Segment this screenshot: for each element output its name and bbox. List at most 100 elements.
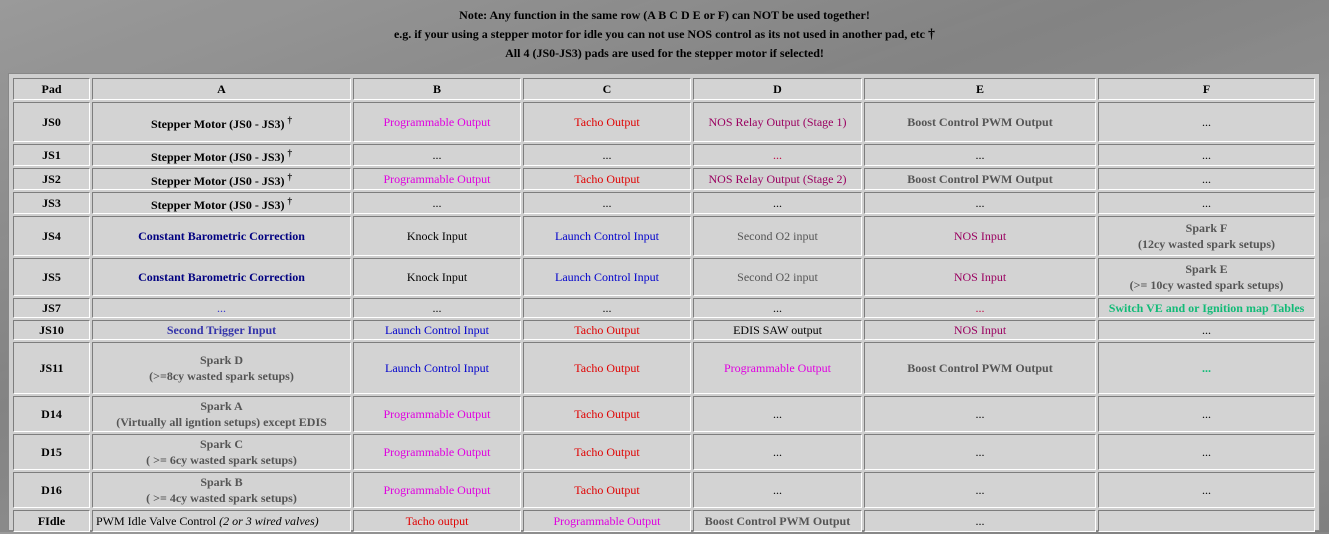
cell-f: ...	[1098, 144, 1315, 166]
cell-c: Tacho Output	[523, 342, 691, 394]
cell-a-text: PWM Idle Valve Control	[96, 514, 217, 528]
cell-d: ...	[693, 192, 862, 214]
cell-a-text: Stepper Motor (JS0 - JS3)	[150, 150, 285, 164]
cell-b: ...	[353, 144, 521, 166]
pad-cell: JS0	[13, 102, 90, 142]
dagger-mark: †	[287, 196, 293, 206]
cell-d: ...	[693, 144, 862, 166]
cell-f: ...	[1098, 434, 1315, 470]
table-row: JS3 Stepper Motor (JS0 - JS3) † ... ... …	[13, 192, 1315, 214]
cell-c: Tacho Output	[523, 472, 691, 508]
cell-b: Programmable Output	[353, 168, 521, 190]
cell-f-note: (>= 10cy wasted spark setups)	[1129, 278, 1284, 292]
pad-cell: D16	[13, 472, 90, 508]
dagger-mark: †	[287, 115, 293, 125]
cell-f	[1098, 510, 1315, 532]
pad-cell: D14	[13, 396, 90, 432]
cell-a: Second Trigger Input	[92, 320, 351, 340]
table-row: JS11 Spark D (>=8cy wasted spark setups) …	[13, 342, 1315, 394]
cell-f-title: Spark E	[1185, 262, 1228, 276]
pad-cell: JS1	[13, 144, 90, 166]
cell-a-title: Spark D	[199, 353, 243, 367]
cell-e: NOS Input	[864, 258, 1096, 296]
table-row: D16 Spark B ( >= 4cy wasted spark setups)…	[13, 472, 1315, 508]
header-f: F	[1098, 78, 1315, 100]
cell-d: ...	[693, 396, 862, 432]
header-d: D	[693, 78, 862, 100]
cell-e: ...	[864, 510, 1096, 532]
cell-a-title: Spark B	[200, 475, 243, 489]
table-row: D14 Spark A (Virtually all igntion setups…	[13, 396, 1315, 432]
cell-e: ...	[864, 192, 1096, 214]
cell-e: Boost Control PWM Output	[864, 102, 1096, 142]
pad-cell: FIdle	[13, 510, 90, 532]
cell-c: ...	[523, 144, 691, 166]
cell-c: Launch Control Input	[523, 216, 691, 256]
header-a: A	[92, 78, 351, 100]
header-b: B	[353, 78, 521, 100]
pad-cell: JS7	[13, 298, 90, 318]
cell-d: ...	[693, 434, 862, 470]
table-row: JS5 Constant Barometric Correction Knock…	[13, 258, 1315, 296]
cell-b: Launch Control Input	[353, 320, 521, 340]
cell-c: Tacho Output	[523, 168, 691, 190]
cell-a-note: ( >= 4cy wasted spark setups)	[146, 491, 297, 505]
cell-a-note: (>=8cy wasted spark setups)	[149, 369, 294, 383]
cell-d: EDIS SAW output	[693, 320, 862, 340]
cell-f: Spark E (>= 10cy wasted spark setups)	[1098, 258, 1315, 296]
cell-a-note: (2 or 3 wired valves)	[219, 514, 319, 528]
cell-f: ...	[1098, 320, 1315, 340]
cell-b: Programmable Output	[353, 102, 521, 142]
header-c: C	[523, 78, 691, 100]
header-pad: Pad	[13, 78, 90, 100]
cell-c: Tacho Output	[523, 396, 691, 432]
pad-cell: JS10	[13, 320, 90, 340]
note-line-2-text: e.g. if your using a stepper motor for i…	[393, 27, 926, 41]
table-row: JS0 Stepper Motor (JS0 - JS3) † Programm…	[13, 102, 1315, 142]
dagger-mark: †	[287, 148, 293, 158]
pad-cell: JS3	[13, 192, 90, 214]
note-line-3: All 4 (JS0-JS3) pads are used for the st…	[505, 46, 824, 60]
cell-b: Programmable Output	[353, 472, 521, 508]
note-line-2: e.g. if your using a stepper motor for i…	[0, 25, 1329, 44]
cell-f: Switch VE and or Ignition map Tables	[1098, 298, 1315, 318]
cell-a: Stepper Motor (JS0 - JS3) †	[92, 192, 351, 214]
cell-f-note: (12cy wasted spark setups)	[1137, 237, 1275, 251]
cell-b: Tacho output	[353, 510, 521, 532]
cell-d: Second O2 input	[693, 216, 862, 256]
cell-d: NOS Relay Output (Stage 1)	[693, 102, 862, 142]
table-row: JS1 Stepper Motor (JS0 - JS3) † ... ... …	[13, 144, 1315, 166]
cell-a: Constant Barometric Correction	[92, 216, 351, 256]
dagger-mark: †	[928, 27, 936, 42]
cell-d: NOS Relay Output (Stage 2)	[693, 168, 862, 190]
cell-a-note: (Virtually all igntion setups) except ED…	[116, 415, 327, 429]
cell-e: Boost Control PWM Output	[864, 342, 1096, 394]
table-row: JS10 Second Trigger Input Launch Control…	[13, 320, 1315, 340]
cell-b: ...	[353, 298, 521, 318]
cell-a: Spark B ( >= 4cy wasted spark setups)	[92, 472, 351, 508]
notes: Note: Any function in the same row (A B …	[0, 6, 1329, 63]
cell-c: Tacho Output	[523, 434, 691, 470]
header-e: E	[864, 78, 1096, 100]
cell-b: Programmable Output	[353, 396, 521, 432]
cell-f: Spark F (12cy wasted spark setups)	[1098, 216, 1315, 256]
cell-e: ...	[864, 144, 1096, 166]
cell-d: ...	[693, 472, 862, 508]
dagger-mark: †	[287, 172, 293, 182]
cell-e: Boost Control PWM Output	[864, 168, 1096, 190]
cell-f: ...	[1098, 396, 1315, 432]
note-line-1: Note: Any function in the same row (A B …	[459, 8, 870, 22]
cell-e: ...	[864, 434, 1096, 470]
cell-f: ...	[1098, 168, 1315, 190]
cell-c: Programmable Output	[523, 510, 691, 532]
cell-d: Boost Control PWM Output	[693, 510, 862, 532]
cell-d: Second O2 input	[693, 258, 862, 296]
cell-a-note: ( >= 6cy wasted spark setups)	[146, 453, 297, 467]
pad-cell: D15	[13, 434, 90, 470]
cell-f: ...	[1098, 472, 1315, 508]
cell-a-title: Spark C	[199, 437, 243, 451]
cell-f: ...	[1098, 192, 1315, 214]
cell-a: ...	[92, 298, 351, 318]
cell-c: ...	[523, 298, 691, 318]
cell-c: Tacho Output	[523, 320, 691, 340]
